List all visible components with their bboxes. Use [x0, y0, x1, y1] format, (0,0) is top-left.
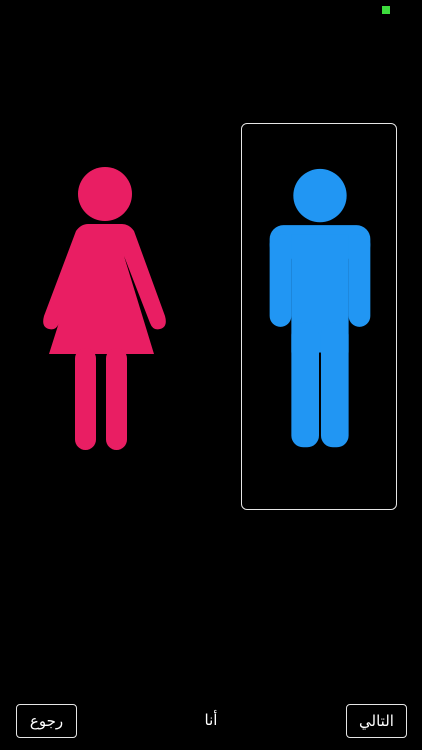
female-option[interactable]	[26, 130, 182, 490]
current-step-label: أنا	[204, 711, 218, 729]
back-button[interactable]: رجوع	[16, 704, 77, 738]
male-option[interactable]	[241, 123, 397, 510]
female-figure-icon	[43, 167, 166, 450]
status-indicator	[382, 6, 390, 14]
male-figure-icon	[269, 168, 371, 448]
bottom-navigation-bar: رجوع أنا التالي	[0, 700, 422, 744]
next-button[interactable]: التالي	[346, 704, 407, 738]
